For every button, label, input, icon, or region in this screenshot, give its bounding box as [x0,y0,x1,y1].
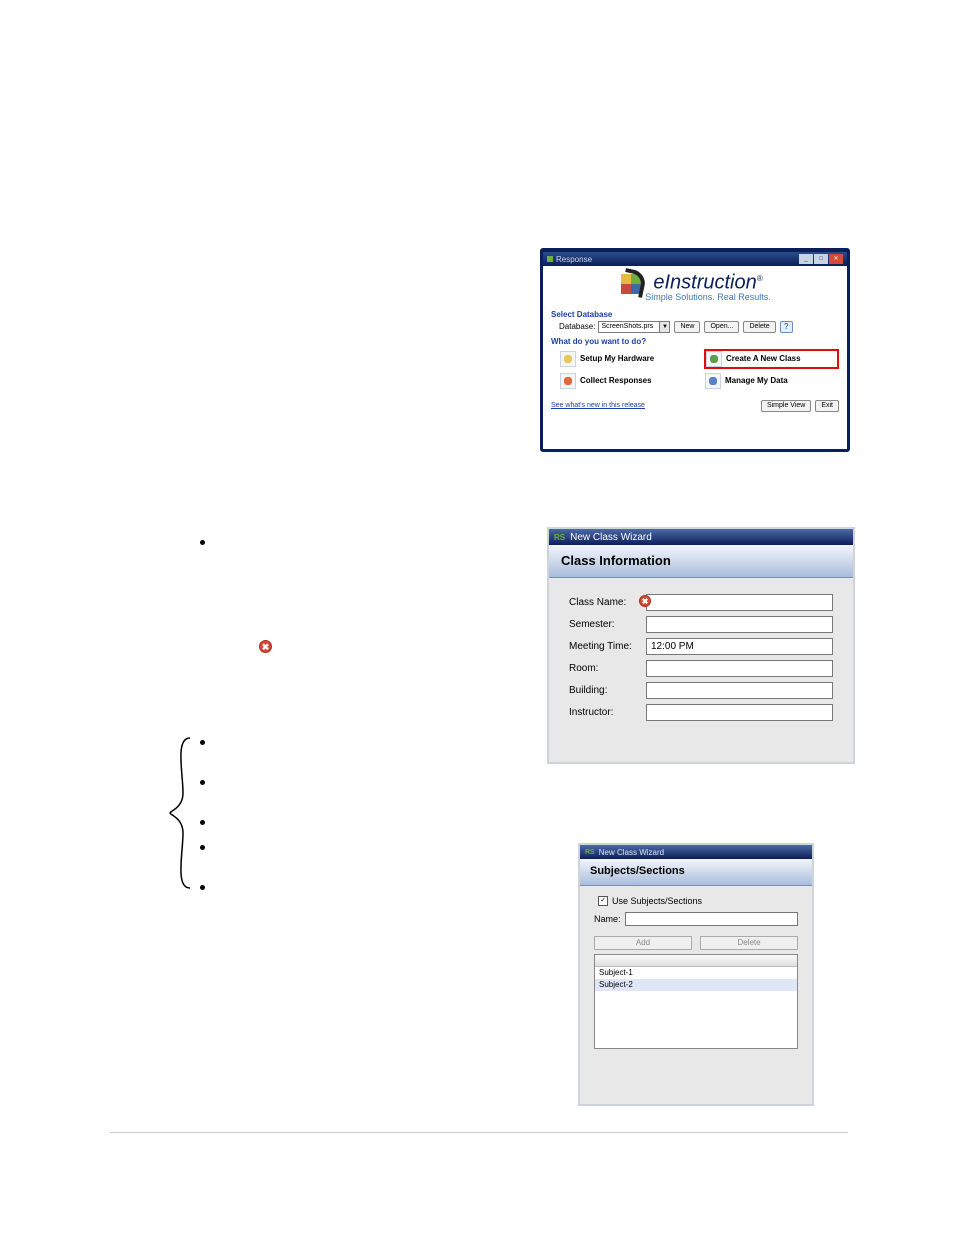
manage-data-action[interactable]: Manage My Data [704,372,839,390]
instructor-input[interactable] [646,704,833,721]
wizard-header: Class Information [549,545,853,578]
collect-responses-action[interactable]: Collect Responses [559,372,694,390]
bullet-icon [200,740,205,745]
exit-button[interactable]: Exit [815,400,839,412]
new-class-wizard-class-info: RS New Class Wizard Class Information Cl… [547,527,855,764]
what-do-label: What do you want to do? [551,337,839,346]
open-db-button[interactable]: Open... [704,321,739,333]
error-icon: ✖ [259,640,272,653]
minimize-button[interactable]: _ [799,254,813,264]
whats-new-link[interactable]: See what's new in this release [551,402,645,409]
app-icon [547,256,553,262]
delete-db-button[interactable]: Delete [743,321,775,333]
database-dropdown[interactable] [598,321,660,333]
list-item[interactable]: Subject-1 [595,967,797,979]
setup-hardware-label: Setup My Hardware [580,354,654,363]
semester-label: Semester: [569,619,646,630]
titlebar: Response _ □ ✕ [543,252,847,266]
semester-input[interactable] [646,616,833,633]
manage-data-label: Manage My Data [725,376,788,385]
room-label: Room: [569,663,646,674]
close-button[interactable]: ✕ [829,254,843,264]
brace-icon [165,733,195,893]
class-name-input[interactable]: ✖ [646,594,833,611]
collect-responses-icon [560,373,576,389]
simple-view-button[interactable]: Simple View [761,400,811,412]
new-db-button[interactable]: New [674,321,700,333]
maximize-button[interactable]: □ [814,254,828,264]
wizard-title: New Class Wizard [599,848,664,857]
hardware-icon [560,351,576,367]
create-class-action[interactable]: Create A New Class [704,349,839,369]
bullet-icon [200,820,205,825]
list-header [595,955,797,967]
subject-name-label: Name: [594,914,621,924]
window-title: Response [556,255,592,264]
meeting-time-value: 12:00 PM [651,641,694,652]
app-icon: RS [554,533,565,542]
registered-mark-icon: ® [757,274,763,283]
wizard-titlebar: RS New Class Wizard [549,529,853,545]
class-name-label: Class Name: [569,597,646,608]
use-subjects-checkbox[interactable]: ✓ [598,896,608,906]
use-subjects-label: Use Subjects/Sections [612,896,702,906]
list-item[interactable]: Subject-2 [595,979,797,991]
room-input[interactable] [646,660,833,677]
building-input[interactable] [646,682,833,699]
wizard-titlebar: RS New Class Wizard [580,845,812,859]
database-field-label: Database: [559,322,595,331]
bullet-icon [200,885,205,890]
help-button[interactable]: ? [780,321,793,333]
building-label: Building: [569,685,646,696]
collect-responses-label: Collect Responses [580,376,652,385]
meeting-time-input[interactable]: 12:00 PM [646,638,833,655]
create-class-label: Create A New Class [726,354,801,363]
create-class-icon [706,351,722,367]
meeting-time-label: Meeting Time: [569,641,646,652]
brand-name: eInstruction [653,272,756,294]
dropdown-arrow-icon[interactable]: ▼ [660,321,670,333]
add-subject-button[interactable]: Add [594,936,692,950]
manage-data-icon [705,373,721,389]
bullet-icon [200,780,205,785]
new-class-wizard-subjects: RS New Class Wizard Subjects/Sections ✓ … [578,843,814,1106]
bullet-icon [200,540,205,545]
einstruction-icon [619,272,641,300]
horizontal-rule [110,1132,848,1133]
subject-name-input[interactable] [625,912,798,926]
subjects-list[interactable]: Subject-1 Subject-2 [594,954,798,1049]
instructor-label: Instructor: [569,707,646,718]
response-main-window: Response _ □ ✕ eInstruction® Simple Solu… [540,248,850,452]
wizard-title: New Class Wizard [570,532,652,543]
brand-tagline: Simple Solutions. Real Results. [645,292,771,302]
error-icon: ✖ [639,595,651,607]
wizard-header: Subjects/Sections [580,859,812,886]
brand-logo: eInstruction® Simple Solutions. Real Res… [551,268,839,306]
select-database-label: Select Database [551,310,839,319]
setup-hardware-action[interactable]: Setup My Hardware [559,349,694,369]
app-icon: RS [585,849,595,856]
delete-subject-button[interactable]: Delete [700,936,798,950]
bullet-icon [200,845,205,850]
